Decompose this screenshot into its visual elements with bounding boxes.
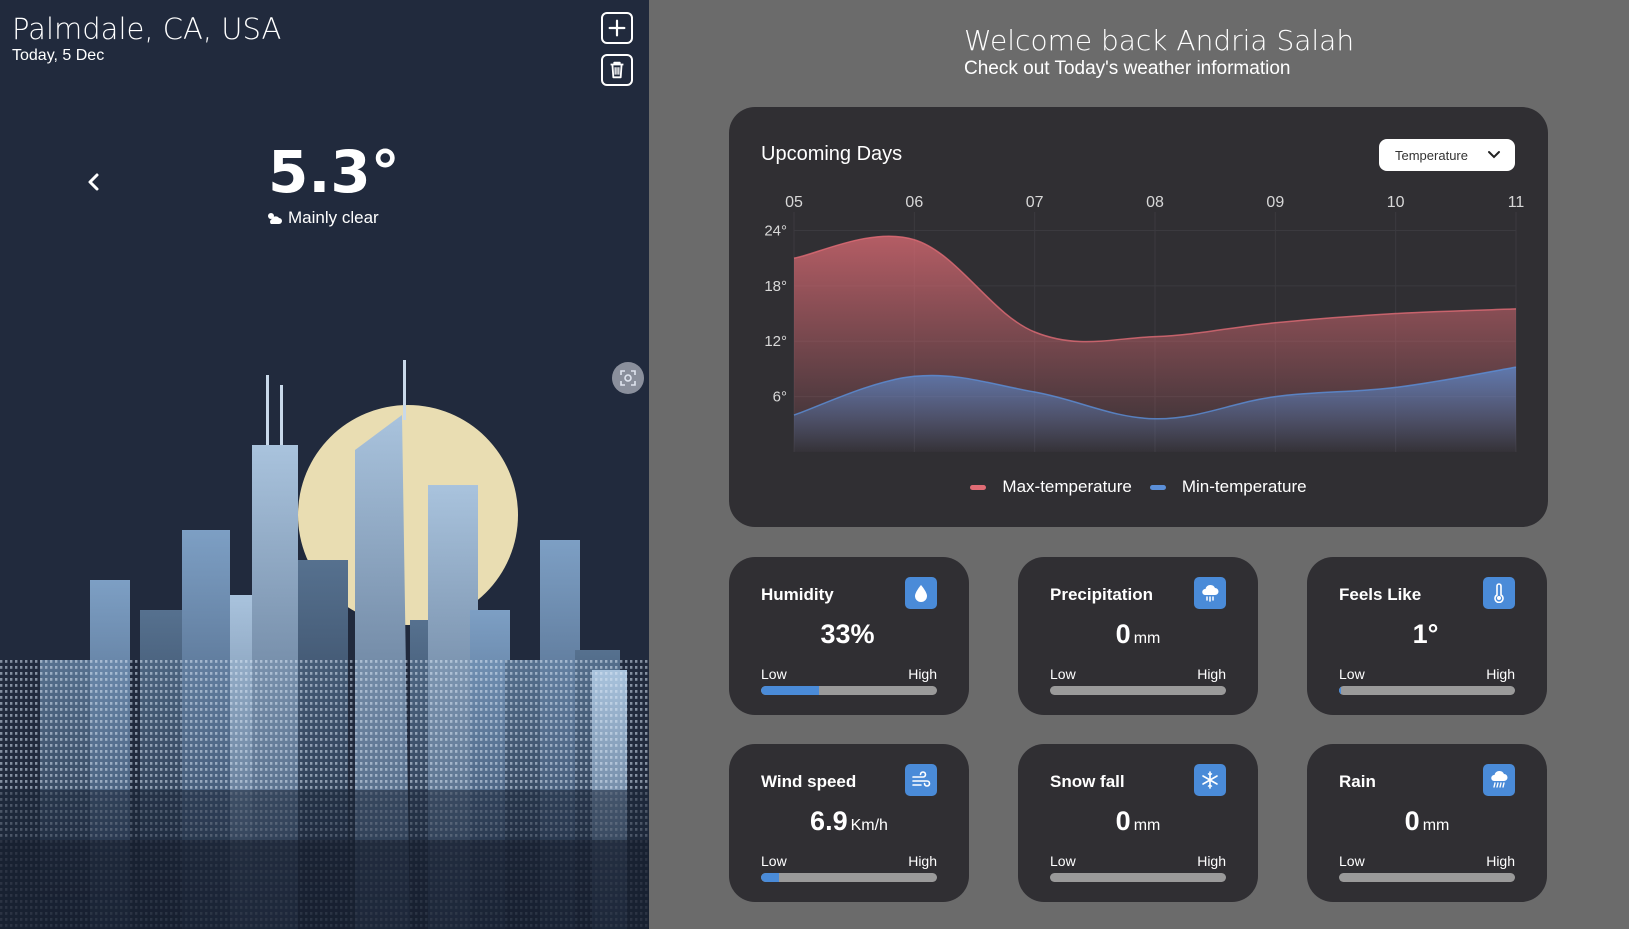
y-tick-label: 18° (764, 278, 787, 295)
wind-icon (905, 764, 937, 796)
legend-label: Max-temperature (1002, 477, 1132, 496)
precipitation-card: Precipitation 0 mm Low High (1018, 557, 1258, 715)
y-tick-label: 12° (764, 333, 787, 350)
humidity-card: Humidity 33% Low High (729, 557, 969, 715)
legend-swatch (970, 484, 987, 490)
card-value-unit: mm (1133, 630, 1161, 647)
level-bar (1339, 686, 1515, 695)
x-tick-label: 11 (1508, 194, 1525, 211)
city-skyline-illustration (0, 360, 649, 929)
range-labels: Low High (1050, 853, 1226, 869)
card-value-number: 1° (1412, 619, 1439, 649)
range-labels: Low High (1339, 666, 1515, 682)
card-title: Snow fall (1050, 772, 1125, 791)
legend-item[interactable]: Min-temperature (1149, 477, 1307, 497)
current-date: Today, 5 Dec (12, 47, 105, 64)
x-tick-label: 08 (1146, 194, 1164, 211)
feels-like-card: Feels Like 1° Low High (1307, 557, 1547, 715)
condition-label: Mainly clear (288, 208, 379, 227)
current-temperature: 5.3° (268, 138, 400, 206)
location-name: Palmdale, CA, USA (12, 12, 282, 46)
card-value: 1° (1307, 619, 1547, 650)
card-value-number: 6.9 (810, 806, 848, 836)
droplet-icon (905, 577, 937, 609)
high-label: High (1486, 666, 1515, 682)
level-bar-fill (761, 873, 779, 882)
range-labels: Low High (1339, 853, 1515, 869)
trash-icon (610, 61, 624, 79)
chevron-left-icon[interactable] (84, 168, 104, 196)
snow-fall-card: Snow fall 0 mm Low High (1018, 744, 1258, 902)
rain-icon (1483, 764, 1515, 796)
level-bar-fill (761, 686, 820, 695)
low-label: Low (1050, 666, 1076, 682)
welcome-heading: Welcome back Andria Salah (964, 24, 1355, 57)
level-bar-fill (1339, 686, 1341, 695)
card-value-unit: Km/h (850, 817, 888, 834)
card-value-number: 33% (820, 619, 875, 649)
x-tick-label: 05 (785, 194, 803, 211)
card-value: 0 mm (1018, 806, 1258, 837)
weather-condition: Mainly clear (266, 208, 379, 228)
x-tick-label: 06 (905, 194, 923, 211)
high-label: High (1197, 853, 1226, 869)
range-labels: Low High (761, 666, 937, 682)
range-labels: Low High (1050, 666, 1226, 682)
level-bar (761, 686, 937, 695)
card-value: 33% (729, 619, 969, 650)
chart-legend: Max-temperature Min-temperature (729, 477, 1548, 497)
low-label: Low (761, 666, 787, 682)
card-title: Humidity (761, 585, 834, 604)
low-label: Low (1050, 853, 1076, 869)
rain-card: Rain 0 mm Low High (1307, 744, 1547, 902)
level-bar (761, 873, 937, 882)
plus-icon (608, 19, 626, 37)
y-tick-label: 24° (764, 222, 787, 239)
upcoming-days-card: Upcoming Days Temperature 05 06 07 08 09 10 11… (729, 107, 1548, 527)
delete-location-button[interactable] (601, 54, 633, 86)
y-tick-label: 6° (773, 389, 787, 406)
card-title: Feels Like (1339, 585, 1422, 604)
high-label: High (908, 853, 937, 869)
card-value-unit: mm (1133, 817, 1161, 834)
card-value-number: 0 (1115, 806, 1131, 836)
rain-cloud-icon (1194, 577, 1226, 609)
thermometer-icon (1483, 577, 1515, 609)
legend-label: Min-temperature (1181, 477, 1307, 496)
card-value-number: 0 (1404, 806, 1420, 836)
level-bar (1339, 873, 1515, 882)
high-label: High (1197, 666, 1226, 682)
card-value: 0 mm (1018, 619, 1258, 650)
card-title: Precipitation (1050, 585, 1153, 604)
level-bar (1050, 873, 1226, 882)
level-bar (1050, 686, 1226, 695)
snowflake-icon (1194, 764, 1226, 796)
low-label: Low (1339, 853, 1365, 869)
x-tick-label: 07 (1026, 194, 1044, 211)
card-title: Rain (1339, 772, 1376, 791)
low-label: Low (1339, 666, 1365, 682)
card-title: Wind speed (761, 772, 857, 791)
x-tick-label: 10 (1387, 194, 1405, 211)
x-tick-label: 09 (1266, 194, 1284, 211)
card-value-number: 0 (1115, 619, 1131, 649)
legend-swatch (1149, 484, 1166, 490)
high-label: High (1486, 853, 1515, 869)
temperature-chart: 05 06 07 08 09 10 11 24° 18° 12° 6° (764, 194, 1525, 452)
card-value: 0 mm (1307, 806, 1547, 837)
location-panel: Palmdale, CA, USA Today, 5 Dec 5.3° Main… (0, 0, 649, 929)
low-label: Low (761, 853, 787, 869)
high-label: High (908, 666, 937, 682)
welcome-subtitle: Check out Today's weather information (964, 58, 1291, 79)
wind-speed-card: Wind speed 6.9 Km/h Low High (729, 744, 969, 902)
card-value: 6.9 Km/h (729, 806, 969, 837)
partly-cloudy-icon (268, 213, 282, 224)
add-location-button[interactable] (601, 12, 633, 44)
card-value-unit: mm (1422, 817, 1450, 834)
range-labels: Low High (761, 853, 937, 869)
legend-item[interactable]: Max-temperature (970, 477, 1132, 497)
